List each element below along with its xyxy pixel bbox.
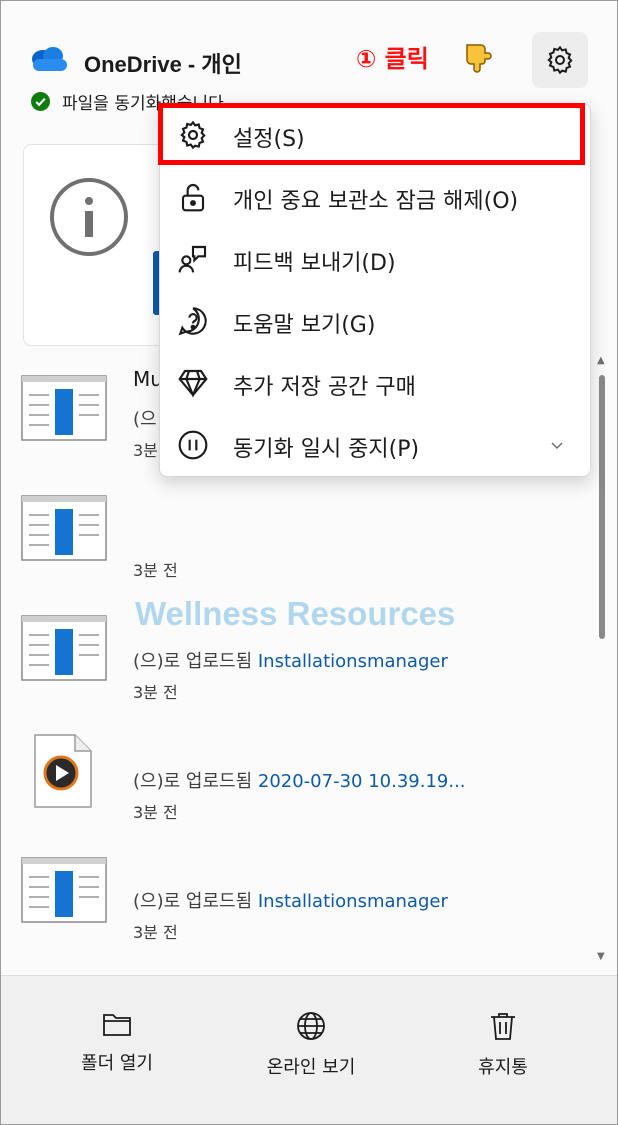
onedrive-flyout: OneDrive - 개인 ① 클릭 파일을 동기화했습니다 Mu (으 3분 [0, 0, 618, 1125]
menu-item-label: 개인 중요 보관소 잠금 해제(O) [233, 189, 519, 214]
pointing-hand-icon [466, 44, 492, 73]
feedback-icon [178, 245, 207, 273]
file-time: 3분 전 [133, 683, 178, 702]
info-icon [50, 178, 128, 256]
open-folder-button[interactable]: 폴더 열기 [47, 1011, 187, 1075]
file-action-text: (으)로 업로드됨 [133, 651, 253, 672]
highlight-box [158, 103, 585, 165]
check-circle-icon [31, 92, 50, 111]
file-action: (으)로 업로드됨 Installationsmanager [133, 647, 448, 673]
menu-item-buy-storage[interactable]: 추가 저장 공간 구매 [159, 351, 589, 413]
watermark-text: Wellness Resources [135, 595, 456, 632]
menu-item-label: 피드백 보내기(D) [233, 251, 396, 276]
pause-icon [178, 430, 208, 460]
unlock-icon [181, 184, 205, 212]
file-thumbnail-icon [21, 857, 107, 923]
chevron-down-icon[interactable] [549, 437, 565, 453]
file-action: (으)로 업로드됨 2020-07-30 10.39.19... [133, 767, 466, 793]
click-annotation: ① 클릭 [356, 45, 429, 73]
file-action: (으 [133, 409, 157, 430]
menu-item-label: 동기화 일시 중지(P) [233, 437, 420, 462]
upload-target-link[interactable]: Installationsmanager [258, 891, 448, 912]
upload-target-link[interactable]: 2020-07-30 10.39.19... [258, 771, 466, 792]
file-time: 3분 전 [133, 561, 178, 580]
video-file-icon [34, 734, 92, 808]
open-folder-label: 폴더 열기 [81, 1053, 153, 1074]
view-online-label: 온라인 보기 [266, 1057, 356, 1078]
menu-item-unlock-vault[interactable]: 개인 중요 보관소 잠금 해제(O) [159, 165, 589, 227]
upload-target-link[interactable]: Installationsmanager [258, 651, 448, 672]
menu-item-label: 도움말 보기(G) [233, 313, 376, 338]
settings-gear-button[interactable] [532, 32, 588, 88]
recycle-bin-button[interactable]: 휴지통 [433, 1011, 573, 1079]
file-thumbnail-icon [21, 375, 107, 441]
folder-icon [103, 1014, 131, 1036]
file-thumbnail-icon [21, 615, 107, 681]
onedrive-cloud-icon [32, 47, 67, 71]
menu-item-help[interactable]: 도움말 보기(G) [159, 289, 589, 351]
help-icon [178, 307, 207, 336]
file-action-text: (으)로 업로드됨 [133, 891, 253, 912]
scrollbar-thumb[interactable] [599, 375, 605, 639]
scroll-up-arrow[interactable]: ▲ [597, 355, 605, 366]
recycle-bin-label: 휴지통 [478, 1057, 528, 1078]
menu-item-pause-sync[interactable]: 동기화 일시 중지(P) [159, 413, 589, 475]
app-title: OneDrive - 개인 [84, 52, 242, 77]
view-online-button[interactable]: 온라인 보기 [241, 1011, 381, 1079]
diamond-icon [178, 369, 208, 398]
menu-item-feedback[interactable]: 피드백 보내기(D) [159, 227, 589, 289]
file-thumbnail-icon [21, 495, 107, 561]
trash-icon [491, 1013, 515, 1040]
file-time: 3분 [133, 441, 158, 460]
gear-icon [547, 45, 573, 75]
file-time: 3분 전 [133, 923, 178, 942]
file-action: (으)로 업로드됨 Installationsmanager [133, 887, 448, 913]
menu-item-label: 추가 저장 공간 구매 [233, 375, 416, 400]
file-time: 3분 전 [133, 803, 178, 822]
globe-icon [297, 1012, 325, 1040]
file-action-text: (으)로 업로드됨 [133, 771, 253, 792]
scroll-down-arrow[interactable]: ▼ [597, 951, 605, 962]
